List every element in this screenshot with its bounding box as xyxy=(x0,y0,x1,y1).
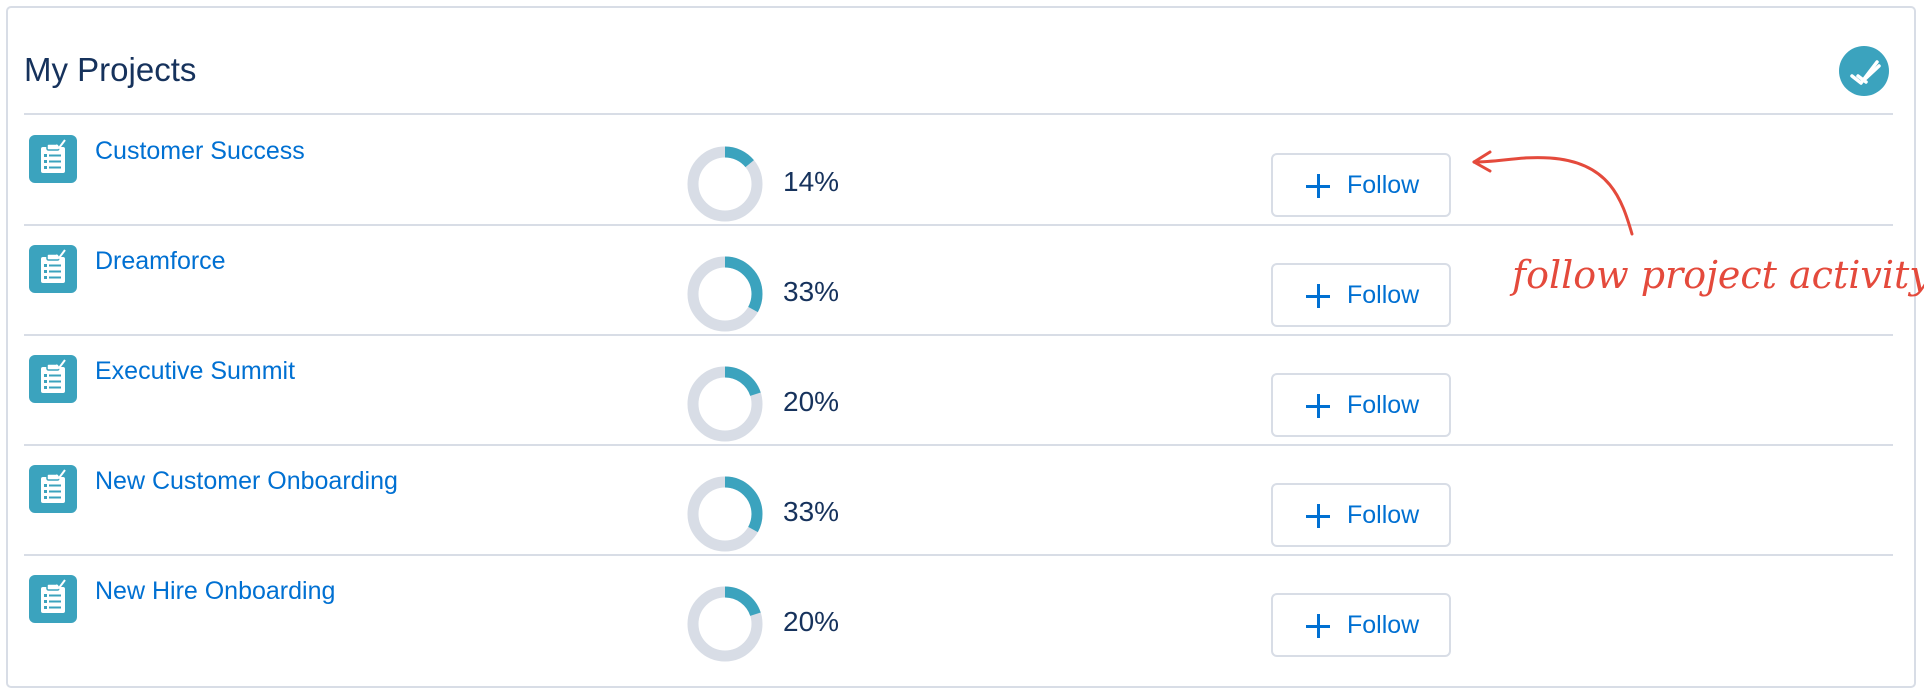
follow-button-label: Follow xyxy=(1347,171,1420,199)
project-name-link[interactable]: Customer Success xyxy=(95,135,305,167)
plus-icon xyxy=(1305,393,1331,419)
progress-donut xyxy=(685,474,765,554)
progress-percent: 33% xyxy=(783,496,840,527)
project-checklist-icon xyxy=(29,245,77,293)
plus-icon xyxy=(1305,503,1331,529)
divider xyxy=(24,444,1893,446)
annotation-text: follow project activity xyxy=(1512,253,1924,297)
divider xyxy=(24,334,1893,336)
progress-donut xyxy=(685,584,765,664)
project-name-link[interactable]: Executive Summit xyxy=(95,355,295,387)
project-row: New Hire Onboarding 20% Follow xyxy=(0,558,1924,666)
progress-percent: 20% xyxy=(783,606,840,637)
follow-button-label: Follow xyxy=(1347,611,1420,639)
follow-button[interactable]: Follow xyxy=(1271,483,1451,547)
project-name-link[interactable]: New Customer Onboarding xyxy=(95,465,398,497)
progress-donut xyxy=(685,364,765,444)
card-title: My Projects xyxy=(24,51,197,88)
plus-icon xyxy=(1305,613,1331,639)
progress-donut xyxy=(685,144,765,224)
follow-button[interactable]: Follow xyxy=(1271,153,1451,217)
progress-percent: 20% xyxy=(783,386,840,417)
project-checklist-icon xyxy=(29,575,77,623)
follow-button-label: Follow xyxy=(1347,281,1420,309)
follow-button-label: Follow xyxy=(1347,501,1420,529)
follow-button[interactable]: Follow xyxy=(1271,593,1451,657)
double-check-icon[interactable] xyxy=(1839,46,1889,96)
project-name-link[interactable]: New Hire Onboarding xyxy=(95,575,335,607)
project-row: Executive Summit 20% Follow xyxy=(0,338,1924,446)
project-checklist-icon xyxy=(29,355,77,403)
progress-donut xyxy=(685,254,765,334)
plus-icon xyxy=(1305,283,1331,309)
annotation-arrow-icon xyxy=(1472,150,1634,236)
divider xyxy=(24,113,1893,115)
project-checklist-icon xyxy=(29,135,77,183)
follow-button[interactable]: Follow xyxy=(1271,373,1451,437)
follow-button[interactable]: Follow xyxy=(1271,263,1451,327)
follow-button-label: Follow xyxy=(1347,391,1420,419)
project-checklist-icon xyxy=(29,465,77,513)
plus-icon xyxy=(1305,173,1331,199)
divider xyxy=(24,554,1893,556)
project-name-link[interactable]: Dreamforce xyxy=(95,245,226,277)
progress-percent: 33% xyxy=(783,276,840,307)
progress-percent: 14% xyxy=(783,166,840,197)
project-row: New Customer Onboarding 33% Follow xyxy=(0,448,1924,556)
